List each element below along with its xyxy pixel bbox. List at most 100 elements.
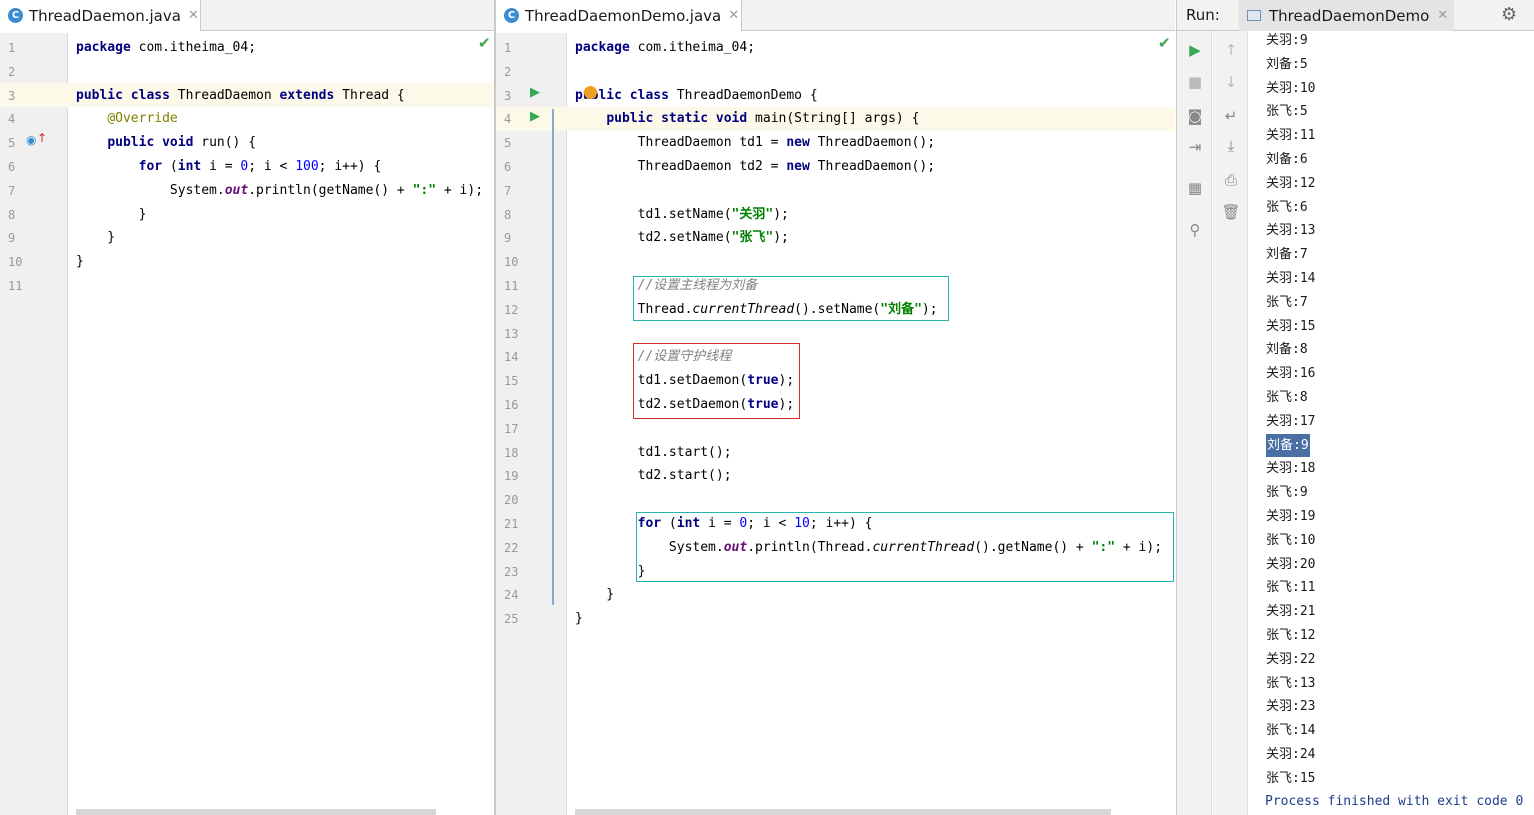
close-icon[interactable]: ✕ bbox=[728, 8, 739, 23]
class-c-icon: C bbox=[8, 8, 23, 23]
line-number: 10 bbox=[504, 255, 519, 270]
line-number: 12 bbox=[504, 302, 519, 317]
code-line[interactable]: public static void main(String[] args) { bbox=[575, 107, 1175, 131]
code-line[interactable]: td1.setName("关羽"); bbox=[575, 203, 1175, 227]
line-number: 21 bbox=[504, 517, 519, 531]
code-line[interactable]: public class ThreadDaemonDemo { bbox=[575, 84, 1175, 108]
tab-thread-daemon-demo[interactable]: C ThreadDaemonDemo.java ✕ bbox=[496, 0, 742, 31]
code-line[interactable]: td2.start(); bbox=[575, 464, 1175, 488]
console-line: 张飞:7 bbox=[1266, 294, 1308, 310]
console-line: 关羽:17 bbox=[1266, 413, 1316, 429]
run-toolbar-right: ↑ ↓ ↵ ⤓ ⎙ 🗑 bbox=[1213, 31, 1248, 815]
horizontal-scrollbar[interactable] bbox=[575, 809, 1111, 815]
run-toolbar-left: ▶ ■ ◙ ⇥ ▦ ⚲ bbox=[1177, 31, 1212, 815]
code-line[interactable]: } bbox=[76, 226, 494, 250]
run-header: Run: ThreadDaemonDemo ✕ ⚙ bbox=[1177, 0, 1534, 31]
console-line: 刘备:9 bbox=[1266, 433, 1310, 458]
run-tab[interactable]: ThreadDaemonDemo ✕ bbox=[1239, 0, 1454, 31]
line-number: 17 bbox=[504, 421, 519, 436]
line-number: 11 bbox=[8, 279, 23, 293]
close-icon[interactable]: ✕ bbox=[1437, 8, 1448, 23]
code-line[interactable]: } bbox=[575, 583, 1175, 607]
line-number: 1 bbox=[8, 41, 16, 55]
line-number: 15 bbox=[504, 374, 519, 389]
code-line[interactable]: ThreadDaemon td2 = new ThreadDaemon(); bbox=[575, 155, 1175, 179]
code-line[interactable]: System.out.println(getName() + ":" + i); bbox=[76, 179, 494, 203]
class-c-icon: C bbox=[504, 8, 519, 23]
pin-icon[interactable]: ⚲ bbox=[1184, 219, 1206, 241]
arrow-down-icon[interactable]: ↓ bbox=[1220, 71, 1242, 93]
cyan-loop-box bbox=[636, 512, 1174, 582]
check-icon: ✔ bbox=[1158, 34, 1171, 52]
code-line[interactable] bbox=[575, 250, 1175, 274]
run-tab-label: ThreadDaemonDemo bbox=[1269, 6, 1430, 25]
lightbulb-icon[interactable] bbox=[584, 86, 597, 99]
console-line: 张飞:10 bbox=[1266, 532, 1316, 548]
code-line[interactable] bbox=[575, 60, 1175, 84]
code-line[interactable]: } bbox=[575, 607, 1175, 631]
code-line[interactable] bbox=[575, 322, 1175, 346]
trash-icon[interactable]: 🗑 bbox=[1220, 201, 1242, 223]
left-tab-bar: C ThreadDaemon.java ✕ bbox=[0, 0, 494, 31]
code-line[interactable] bbox=[575, 488, 1175, 512]
gear-icon[interactable]: ⚙ bbox=[1501, 4, 1517, 25]
code-line[interactable] bbox=[575, 179, 1175, 203]
console-line: 关羽:20 bbox=[1266, 556, 1316, 572]
console-line: 刘备:6 bbox=[1266, 152, 1308, 167]
left-editor[interactable]: package com.itheima_04;public class Thre… bbox=[0, 33, 494, 815]
console-line: 刘备:8 bbox=[1266, 342, 1308, 358]
print-icon[interactable]: ⎙ bbox=[1220, 169, 1242, 191]
line-number: 13 bbox=[504, 326, 519, 341]
code-line[interactable]: } bbox=[76, 203, 494, 227]
arrow-up-icon[interactable]: ↑ bbox=[1220, 39, 1242, 61]
stop-icon[interactable]: ■ bbox=[1184, 71, 1206, 93]
code-line[interactable]: public void run() { bbox=[76, 131, 494, 155]
console-line: 关羽:19 bbox=[1266, 509, 1316, 524]
close-icon[interactable]: ✕ bbox=[188, 8, 199, 23]
code-line[interactable]: public class ThreadDaemon extends Thread… bbox=[76, 84, 494, 108]
code-line[interactable] bbox=[76, 60, 494, 84]
tab-thread-daemon[interactable]: C ThreadDaemon.java ✕ bbox=[0, 0, 201, 31]
console-line: 关羽:22 bbox=[1266, 651, 1316, 667]
line-number: 7 bbox=[8, 183, 16, 198]
code-line[interactable]: for (int i = 0; i < 100; i++) { bbox=[76, 155, 494, 179]
login-icon[interactable]: ⇥ bbox=[1184, 136, 1206, 158]
code-line[interactable]: } bbox=[76, 250, 494, 274]
line-number: 25 bbox=[504, 612, 519, 627]
line-number: 22 bbox=[504, 540, 519, 555]
code-line[interactable]: package com.itheima_04; bbox=[76, 36, 494, 60]
console-output[interactable]: Process finished with exit code 0 关羽:9 刘备… bbox=[1249, 31, 1534, 815]
code-line[interactable]: ThreadDaemon td1 = new ThreadDaemon(); bbox=[575, 131, 1175, 155]
code-line[interactable]: td2.setName("张飞"); bbox=[575, 226, 1175, 250]
run-class-icon[interactable]: ▶ bbox=[530, 85, 540, 100]
console-line: 关羽:23 bbox=[1266, 699, 1316, 715]
code-line[interactable]: td1.start(); bbox=[575, 441, 1175, 465]
rerun-icon[interactable]: ▶ bbox=[1184, 39, 1206, 61]
code-line[interactable] bbox=[76, 274, 494, 298]
code-line[interactable]: package com.itheima_04; bbox=[575, 36, 1175, 60]
run-panel: Run: ThreadDaemonDemo ✕ ⚙ ▶ ■ ◙ ⇥ ▦ ⚲ ↑ … bbox=[1176, 0, 1534, 815]
override-marker-icon[interactable]: ◉ bbox=[26, 133, 36, 147]
line-number: 2 bbox=[504, 64, 512, 79]
layout-icon[interactable]: ▦ bbox=[1184, 177, 1206, 199]
arrow-up-icon: ↑ bbox=[37, 131, 48, 145]
console-line: 关羽:15 bbox=[1266, 318, 1316, 334]
console-icon bbox=[1247, 10, 1261, 21]
line-number: 6 bbox=[8, 160, 16, 174]
scroll-to-end-icon[interactable]: ⤓ bbox=[1220, 135, 1242, 157]
red-highlight-box bbox=[633, 343, 800, 419]
line-number: 6 bbox=[504, 160, 512, 174]
line-number: 14 bbox=[504, 350, 519, 365]
run-main-icon[interactable]: ▶ bbox=[530, 109, 540, 124]
code-area[interactable]: package com.itheima_04;public class Thre… bbox=[575, 33, 1175, 815]
horizontal-scrollbar[interactable] bbox=[76, 809, 436, 815]
code-area[interactable]: package com.itheima_04;public class Thre… bbox=[76, 33, 494, 815]
line-number: 11 bbox=[504, 279, 519, 293]
code-line[interactable]: @Override bbox=[76, 107, 494, 131]
console-line: 关羽:9 bbox=[1266, 33, 1308, 48]
line-number: 18 bbox=[504, 445, 519, 460]
soft-wrap-icon[interactable]: ↵ bbox=[1220, 105, 1242, 127]
right-editor[interactable]: package com.itheima_04;public class Thre… bbox=[496, 33, 1175, 815]
code-line[interactable] bbox=[575, 417, 1175, 441]
camera-icon[interactable]: ◙ bbox=[1184, 105, 1206, 127]
